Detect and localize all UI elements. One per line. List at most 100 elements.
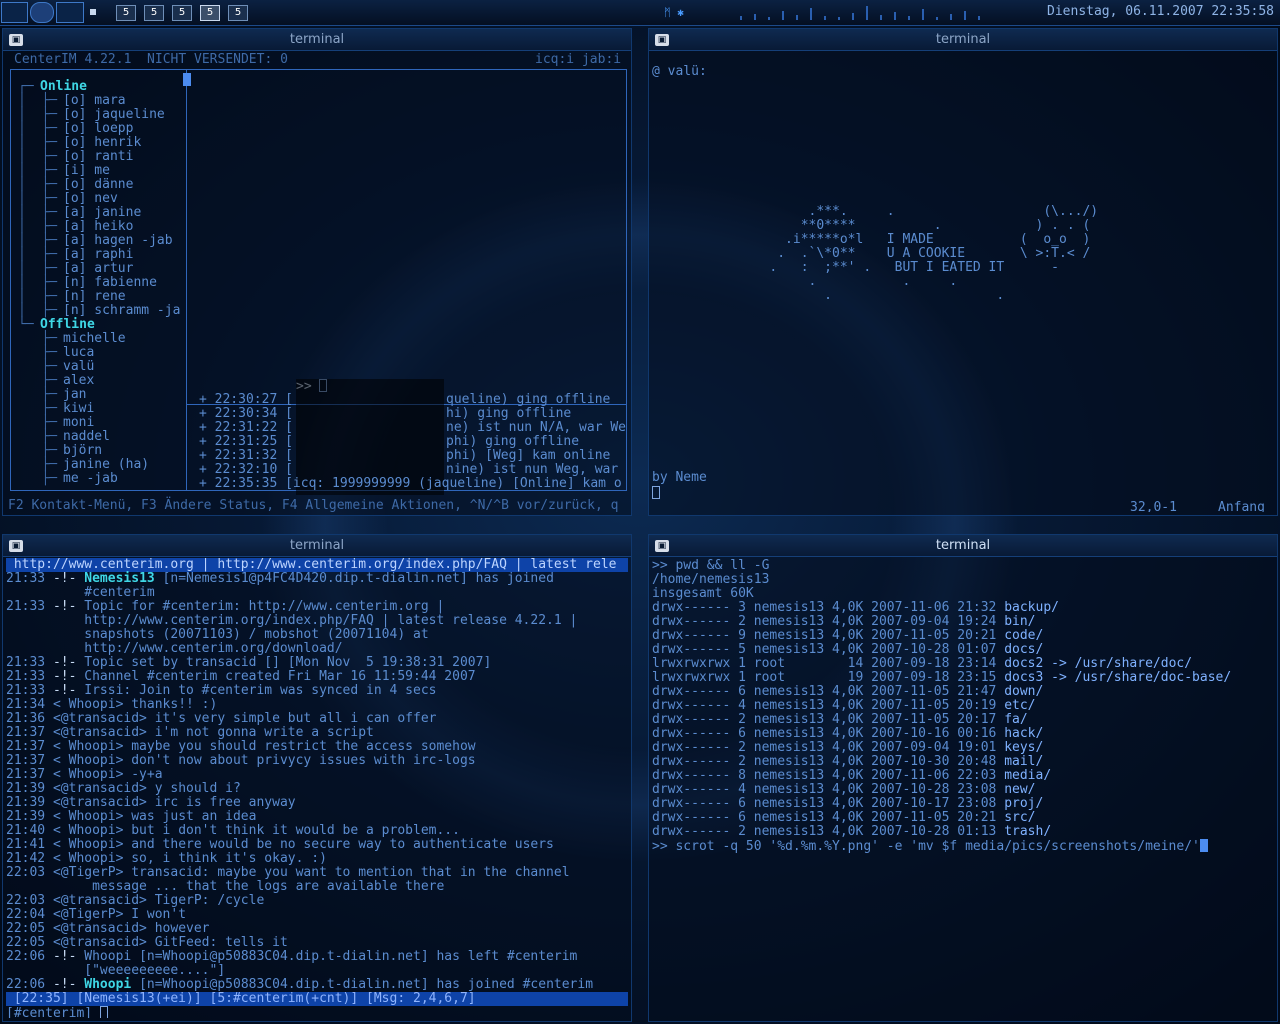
shell-line[interactable]: drwx------ 8 nemesis13 4,0K 2007-11-06 2… bbox=[652, 769, 1051, 783]
shell-line[interactable]: /home/nemesis13 bbox=[652, 573, 769, 587]
file-name[interactable]: media/ bbox=[1004, 768, 1051, 783]
shell-line[interactable]: drwx------ 6 nemesis13 4,0K 2007-11-05 2… bbox=[652, 685, 1043, 699]
terminal-vim[interactable]: ▣ terminal @ valü: .***. . (\.../) **0**… bbox=[648, 28, 1278, 516]
shell-line[interactable]: drwx------ 9 nemesis13 4,0K 2007-11-05 2… bbox=[652, 629, 1043, 643]
file-name[interactable]: proj/ bbox=[1004, 796, 1043, 811]
vim-line[interactable]: **0**** . ) . . ( bbox=[652, 219, 1091, 233]
contact-item[interactable]: me -jab bbox=[63, 472, 118, 486]
contact-item[interactable]: moni bbox=[63, 416, 94, 430]
shell-line[interactable]: drwx------ 3 nemesis13 4,0K 2007-11-06 2… bbox=[652, 601, 1059, 615]
shell-line[interactable]: drwx------ 6 nemesis13 4,0K 2007-10-16 0… bbox=[652, 727, 1043, 741]
shell-line[interactable]: drwx------ 2 nemesis13 4,0K 2007-09-04 1… bbox=[652, 741, 1043, 755]
contact-item[interactable]: [o] loepp bbox=[63, 122, 133, 136]
terminal-title[interactable]: ▣ terminal bbox=[3, 535, 631, 557]
shell-line[interactable]: >> scrot -q 50 '%d.%m.%Y.png' -e 'mv $f … bbox=[652, 839, 1208, 854]
contact-item[interactable]: [o] jaqueline bbox=[63, 108, 165, 122]
workspace-4-button[interactable]: 5 bbox=[200, 5, 220, 21]
contact-item[interactable]: kiwi bbox=[63, 402, 94, 416]
vim-line[interactable]: . .`\*0** U A COOKIE \ >:T.< / bbox=[652, 247, 1090, 261]
vim-line[interactable]: . . bbox=[652, 289, 1004, 303]
contact-item[interactable]: [n] schramm -ja bbox=[63, 304, 180, 318]
show-desktop-icon[interactable] bbox=[90, 9, 96, 15]
terminal-title[interactable]: ▣ terminal bbox=[3, 29, 631, 51]
shell-line[interactable]: >> pwd && ll -G bbox=[652, 559, 769, 573]
app-menu-icon[interactable] bbox=[1, 2, 28, 23]
workspace-3-button[interactable]: 5 bbox=[172, 5, 192, 21]
file-name[interactable]: code/ bbox=[1004, 628, 1043, 643]
chat-area-panel[interactable] bbox=[187, 69, 627, 405]
file-name[interactable]: fa/ bbox=[1004, 712, 1027, 727]
irssi-body[interactable]: http://www.centerim.org | http://www.cen… bbox=[6, 558, 628, 1018]
browser-icon[interactable] bbox=[30, 2, 54, 23]
shell-line[interactable]: drwx------ 6 nemesis13 4,0K 2007-11-05 2… bbox=[652, 811, 1036, 825]
contact-item[interactable]: valü bbox=[63, 360, 94, 374]
shell-line[interactable]: drwx------ 2 nemesis13 4,0K 2007-09-04 1… bbox=[652, 615, 1036, 629]
workspace-5-button[interactable]: 5 bbox=[228, 5, 248, 21]
contact-item[interactable]: [o] mara bbox=[63, 94, 126, 108]
contact-item[interactable]: naddel bbox=[63, 430, 110, 444]
shell-line[interactable]: drwx------ 6 nemesis13 4,0K 2007-10-17 2… bbox=[652, 797, 1043, 811]
contact-item[interactable]: björn bbox=[63, 444, 102, 458]
file-name[interactable]: down/ bbox=[1004, 684, 1043, 699]
shell-line[interactable]: drwx------ 2 nemesis13 4,0K 2007-10-28 0… bbox=[652, 825, 1051, 839]
shell-line[interactable]: lrwxrwxrwx 1 root 19 2007-09-18 23:15 do… bbox=[652, 671, 1231, 685]
file-name[interactable]: hack/ bbox=[1004, 726, 1043, 741]
contact-item[interactable]: janine (ha) bbox=[63, 458, 149, 472]
vim-line[interactable]: . : ;**' . BUT I EATED IT - bbox=[652, 261, 1059, 275]
centerim-body[interactable]: CenterIM 4.22.1 NICHT VERSENDET: 0 icq:i… bbox=[6, 52, 628, 512]
irc-message-text: Topic set by transacid [] [Mon Nov 5 19:… bbox=[76, 655, 492, 670]
contact-item[interactable]: [o] henrik bbox=[63, 136, 141, 150]
shell-line[interactable]: drwx------ 4 nemesis13 4,0K 2007-11-05 2… bbox=[652, 699, 1036, 713]
contact-item[interactable]: [o] nev bbox=[63, 192, 118, 206]
shell-line[interactable]: drwx------ 5 nemesis13 4,0K 2007-10-28 0… bbox=[652, 643, 1043, 657]
contact-item[interactable]: [a] artur bbox=[63, 262, 133, 276]
contact-item[interactable]: alex bbox=[63, 374, 94, 388]
file-name[interactable]: mail/ bbox=[1004, 754, 1043, 769]
contact-item[interactable]: luca bbox=[63, 346, 94, 360]
contact-group-offline[interactable]: Offline bbox=[40, 318, 95, 332]
file-name[interactable]: docs3 -> /usr/share/doc-base/ bbox=[1004, 670, 1231, 685]
file-name[interactable]: etc/ bbox=[1004, 698, 1035, 713]
file-name[interactable]: docs/ bbox=[1004, 642, 1043, 657]
terminal-shell[interactable]: ▣ terminal >> pwd && ll -G/home/nemesis1… bbox=[648, 534, 1278, 1022]
vim-line[interactable]: by Neme bbox=[652, 471, 707, 485]
file-name[interactable]: bin/ bbox=[1004, 614, 1035, 629]
contact-item[interactable]: michelle bbox=[63, 332, 126, 346]
shell-line[interactable]: drwx------ 2 nemesis13 4,0K 2007-11-05 2… bbox=[652, 713, 1028, 727]
file-name[interactable]: new/ bbox=[1004, 782, 1035, 797]
file-name[interactable]: backup/ bbox=[1004, 600, 1059, 615]
file-name[interactable]: trash/ bbox=[1004, 824, 1051, 839]
terminal-title[interactable]: ▣ terminal bbox=[649, 535, 1277, 557]
terminal-title[interactable]: ▣ terminal bbox=[649, 29, 1277, 51]
contact-item[interactable]: [n] fabienne bbox=[63, 276, 157, 290]
contact-item[interactable]: [a] raphi bbox=[63, 248, 133, 262]
terminal-irssi[interactable]: ▣ terminal http://www.centerim.org | htt… bbox=[2, 534, 632, 1022]
contact-item[interactable]: [a] heiko bbox=[63, 220, 133, 234]
file-name[interactable]: src/ bbox=[1004, 810, 1035, 825]
contact-item[interactable]: [o] ranti bbox=[63, 150, 133, 164]
terminal-centerim[interactable]: ▣ terminal CenterIM 4.22.1 NICHT VERSEND… bbox=[2, 28, 632, 516]
contact-item[interactable]: [i] me bbox=[63, 164, 110, 178]
file-name[interactable]: keys/ bbox=[1004, 740, 1043, 755]
vim-line[interactable]: .i*****o*l I MADE ( o_o ) bbox=[652, 233, 1090, 247]
desktop-switcher-icon[interactable] bbox=[56, 2, 84, 23]
workspace-2-button[interactable]: 5 bbox=[144, 5, 164, 21]
shell-line[interactable]: drwx------ 2 nemesis13 4,0K 2007-10-30 2… bbox=[652, 755, 1043, 769]
vim-line[interactable]: . . . bbox=[652, 275, 958, 289]
contact-item[interactable]: [a] janine bbox=[63, 206, 141, 220]
file-name[interactable]: docs2 -> /usr/share/doc/ bbox=[1004, 656, 1192, 671]
contact-item[interactable]: [a] hagen -jab bbox=[63, 234, 173, 248]
shell-line[interactable]: drwx------ 4 nemesis13 4,0K 2007-10-28 2… bbox=[652, 783, 1036, 797]
workspace-1-button[interactable]: 5 bbox=[116, 5, 136, 21]
contact-item[interactable]: [o] dänne bbox=[63, 178, 133, 192]
shell-body[interactable]: >> pwd && ll -G/home/nemesis13 insgesamt … bbox=[652, 558, 1274, 1018]
shell-line[interactable]: insgesamt 60K bbox=[652, 587, 754, 601]
contact-item[interactable]: [n] rene bbox=[63, 290, 126, 304]
vim-line[interactable]: .***. . (\.../) bbox=[652, 205, 1099, 219]
shell-line[interactable]: lrwxrwxrwx 1 root 14 2007-09-18 23:14 do… bbox=[652, 657, 1192, 671]
irc-input[interactable]: [#centerim] bbox=[6, 1006, 108, 1018]
vim-body[interactable]: @ valü: .***. . (\.../) **0**** . ) . . … bbox=[652, 52, 1274, 512]
contact-item[interactable]: jan bbox=[63, 388, 86, 402]
contact-group-online[interactable]: Online bbox=[40, 80, 87, 94]
vim-line[interactable]: @ valü: bbox=[652, 65, 707, 79]
